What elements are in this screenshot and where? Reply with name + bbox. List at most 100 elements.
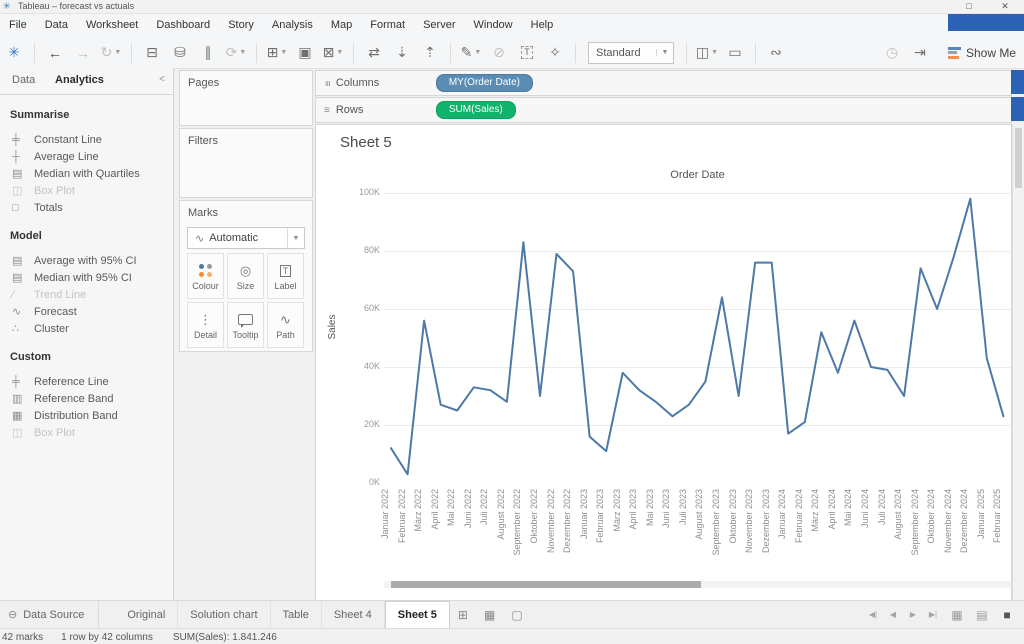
menu-item-file[interactable]: File: [0, 14, 36, 37]
fit-mode-select[interactable]: Standard ▼: [588, 42, 674, 64]
detail-button[interactable]: ⋮Detail: [187, 302, 224, 348]
show-tabs-view-icon[interactable]: ▦: [946, 608, 968, 622]
vertical-scrollbar-thumb[interactable]: [1015, 128, 1022, 188]
tab-data[interactable]: Data: [12, 74, 35, 86]
forecast-icon: ∿: [12, 305, 34, 318]
new-worksheet-tab-icon[interactable]: ⊞: [450, 601, 476, 628]
analytics-item-label: Average with 95% CI: [34, 255, 137, 267]
fit-icon[interactable]: ◫▼: [695, 41, 719, 65]
tooltip-icon: [238, 314, 253, 325]
first-tab-icon[interactable]: ◀|: [863, 610, 883, 619]
sort-ascending-icon[interactable]: ⇣: [390, 41, 414, 65]
size-button[interactable]: ◎Size: [227, 253, 264, 299]
analytics-item-reference-line[interactable]: ╪Reference Line: [0, 373, 173, 390]
horizontal-scrollbar-thumb[interactable]: [391, 581, 701, 588]
x-tick-label: Mai 2022: [445, 489, 457, 567]
pause-highlight-icon[interactable]: ⇥: [908, 41, 932, 65]
analytics-item-forecast[interactable]: ∿Forecast: [0, 303, 173, 320]
pill-order-date[interactable]: MY(Order Date): [436, 74, 533, 92]
maximize-button[interactable]: □: [954, 0, 984, 12]
sheet-tab-sheet-4[interactable]: Sheet 4: [322, 601, 385, 628]
fix-axes-icon[interactable]: ✧: [543, 41, 567, 65]
collapse-panel-icon[interactable]: <: [159, 74, 165, 85]
last-tab-icon[interactable]: ▶|: [923, 610, 943, 619]
analytics-item-cluster[interactable]: ∴Cluster: [0, 320, 173, 337]
sort-descending-icon[interactable]: ⇡: [418, 41, 442, 65]
menu-item-analysis[interactable]: Analysis: [263, 14, 322, 37]
analytics-item-constant-line[interactable]: ╪Constant Line: [0, 131, 173, 148]
sheet-tab-table[interactable]: Table: [271, 601, 322, 628]
new-dashboard-tab-icon[interactable]: ▦: [476, 601, 503, 628]
menu-item-map[interactable]: Map: [322, 14, 361, 37]
shelf-edge-accent-bottom: [1011, 97, 1024, 121]
tooltip-button[interactable]: Tooltip: [227, 302, 264, 348]
menu-item-format[interactable]: Format: [361, 14, 414, 37]
path-button[interactable]: ∿Path: [267, 302, 304, 348]
x-tick-label: März 2023: [611, 489, 623, 567]
pause-updates-icon[interactable]: ∥: [196, 41, 220, 65]
show-me-button[interactable]: Show Me: [948, 46, 1016, 60]
save-icon[interactable]: ⊟: [140, 41, 164, 65]
analytics-item-distribution-band[interactable]: ▦Distribution Band: [0, 407, 173, 424]
analytics-item-label: Cluster: [34, 323, 69, 335]
section-title-summarise: Summarise: [10, 109, 173, 121]
vertical-scrollbar[interactable]: [1012, 124, 1024, 600]
analytics-item-average-with-95-ci[interactable]: ▤Average with 95% CI: [0, 252, 173, 269]
text-label-icon[interactable]: T: [515, 41, 539, 65]
worksheet-view: Sheet 5 Order Date Sales 0K20K40K60K80K1…: [315, 124, 1012, 602]
menu-item-story[interactable]: Story: [219, 14, 263, 37]
menu-item-data[interactable]: Data: [36, 14, 77, 37]
pill-sum-sales[interactable]: SUM(Sales): [436, 101, 516, 119]
analytics-item-totals[interactable]: □Totals: [0, 199, 173, 216]
sheet-title: Sheet 5: [340, 134, 392, 151]
close-button[interactable]: ✕: [990, 0, 1020, 12]
tab-analytics[interactable]: Analytics: [55, 74, 104, 86]
columns-shelf[interactable]: ≡ Columns MY(Order Date): [315, 70, 1012, 96]
highlight-icon[interactable]: ✎▼: [459, 41, 483, 65]
filters-card[interactable]: Filters: [179, 128, 313, 198]
analytics-item-reference-band[interactable]: ▥Reference Band: [0, 390, 173, 407]
colour-button[interactable]: Colour: [187, 253, 224, 299]
presentation-icon[interactable]: ▭: [723, 41, 747, 65]
label-icon: T: [280, 262, 292, 280]
status-size: 1 row by 42 columns: [61, 632, 153, 643]
duplicate-icon[interactable]: ▣: [293, 41, 317, 65]
pages-card[interactable]: Pages: [179, 70, 313, 126]
new-worksheet-icon[interactable]: ⊞▼: [265, 41, 289, 65]
swap-axes-icon[interactable]: ⇄: [362, 41, 386, 65]
show-sheet-sorter-icon[interactable]: ■: [996, 608, 1018, 622]
show-filmstrip-view-icon[interactable]: ▤: [971, 608, 993, 622]
tableau-logo-icon[interactable]: ✳: [2, 41, 26, 65]
analytics-item-median-with-quartiles[interactable]: ▤Median with Quartiles: [0, 165, 173, 182]
new-data-source-icon[interactable]: ⛁: [168, 41, 192, 65]
menu-item-window[interactable]: Window: [465, 14, 522, 37]
share-icon[interactable]: ∾: [764, 41, 788, 65]
analytics-item-median-with-95-ci[interactable]: ▤Median with 95% CI: [0, 269, 173, 286]
reference-line-icon: ╪: [12, 376, 34, 388]
horizontal-scrollbar[interactable]: [384, 581, 1011, 588]
menu-item-dashboard[interactable]: Dashboard: [147, 14, 219, 37]
menu-item-server[interactable]: Server: [414, 14, 464, 37]
filters-card-title: Filters: [180, 129, 312, 153]
rows-shelf[interactable]: ≡ Rows SUM(Sales): [315, 97, 1012, 123]
path-icon: ∿: [280, 311, 291, 329]
sheet-tab-sheet-5[interactable]: Sheet 5: [385, 601, 450, 628]
clear-sheet-icon[interactable]: ⊠▼: [321, 41, 345, 65]
x-tick-label: Dezember 2023: [760, 489, 772, 567]
back-icon[interactable]: ←: [43, 41, 67, 65]
sheet-tab-solution-chart[interactable]: Solution chart: [178, 601, 270, 628]
analytics-item-average-line[interactable]: ┼Average Line: [0, 148, 173, 165]
toolbar-separator: [131, 43, 132, 63]
previous-tab-icon[interactable]: ◀: [883, 610, 903, 619]
menu-item-help[interactable]: Help: [522, 14, 563, 37]
menu-item-worksheet[interactable]: Worksheet: [77, 14, 147, 37]
next-tab-icon[interactable]: ▶: [903, 610, 923, 619]
new-story-tab-icon[interactable]: ▢: [503, 601, 530, 628]
label-button[interactable]: TLabel: [267, 253, 304, 299]
chevron-down-icon: ▼: [239, 49, 246, 56]
mark-type-dropdown[interactable]: ∿ Automatic ▼: [187, 227, 305, 249]
chevron-down-icon: ▼: [114, 49, 121, 56]
section-title-model: Model: [10, 230, 173, 242]
data-source-tab[interactable]: ⊖ Data Source: [0, 601, 99, 628]
sheet-tab-original[interactable]: Original: [115, 601, 178, 628]
